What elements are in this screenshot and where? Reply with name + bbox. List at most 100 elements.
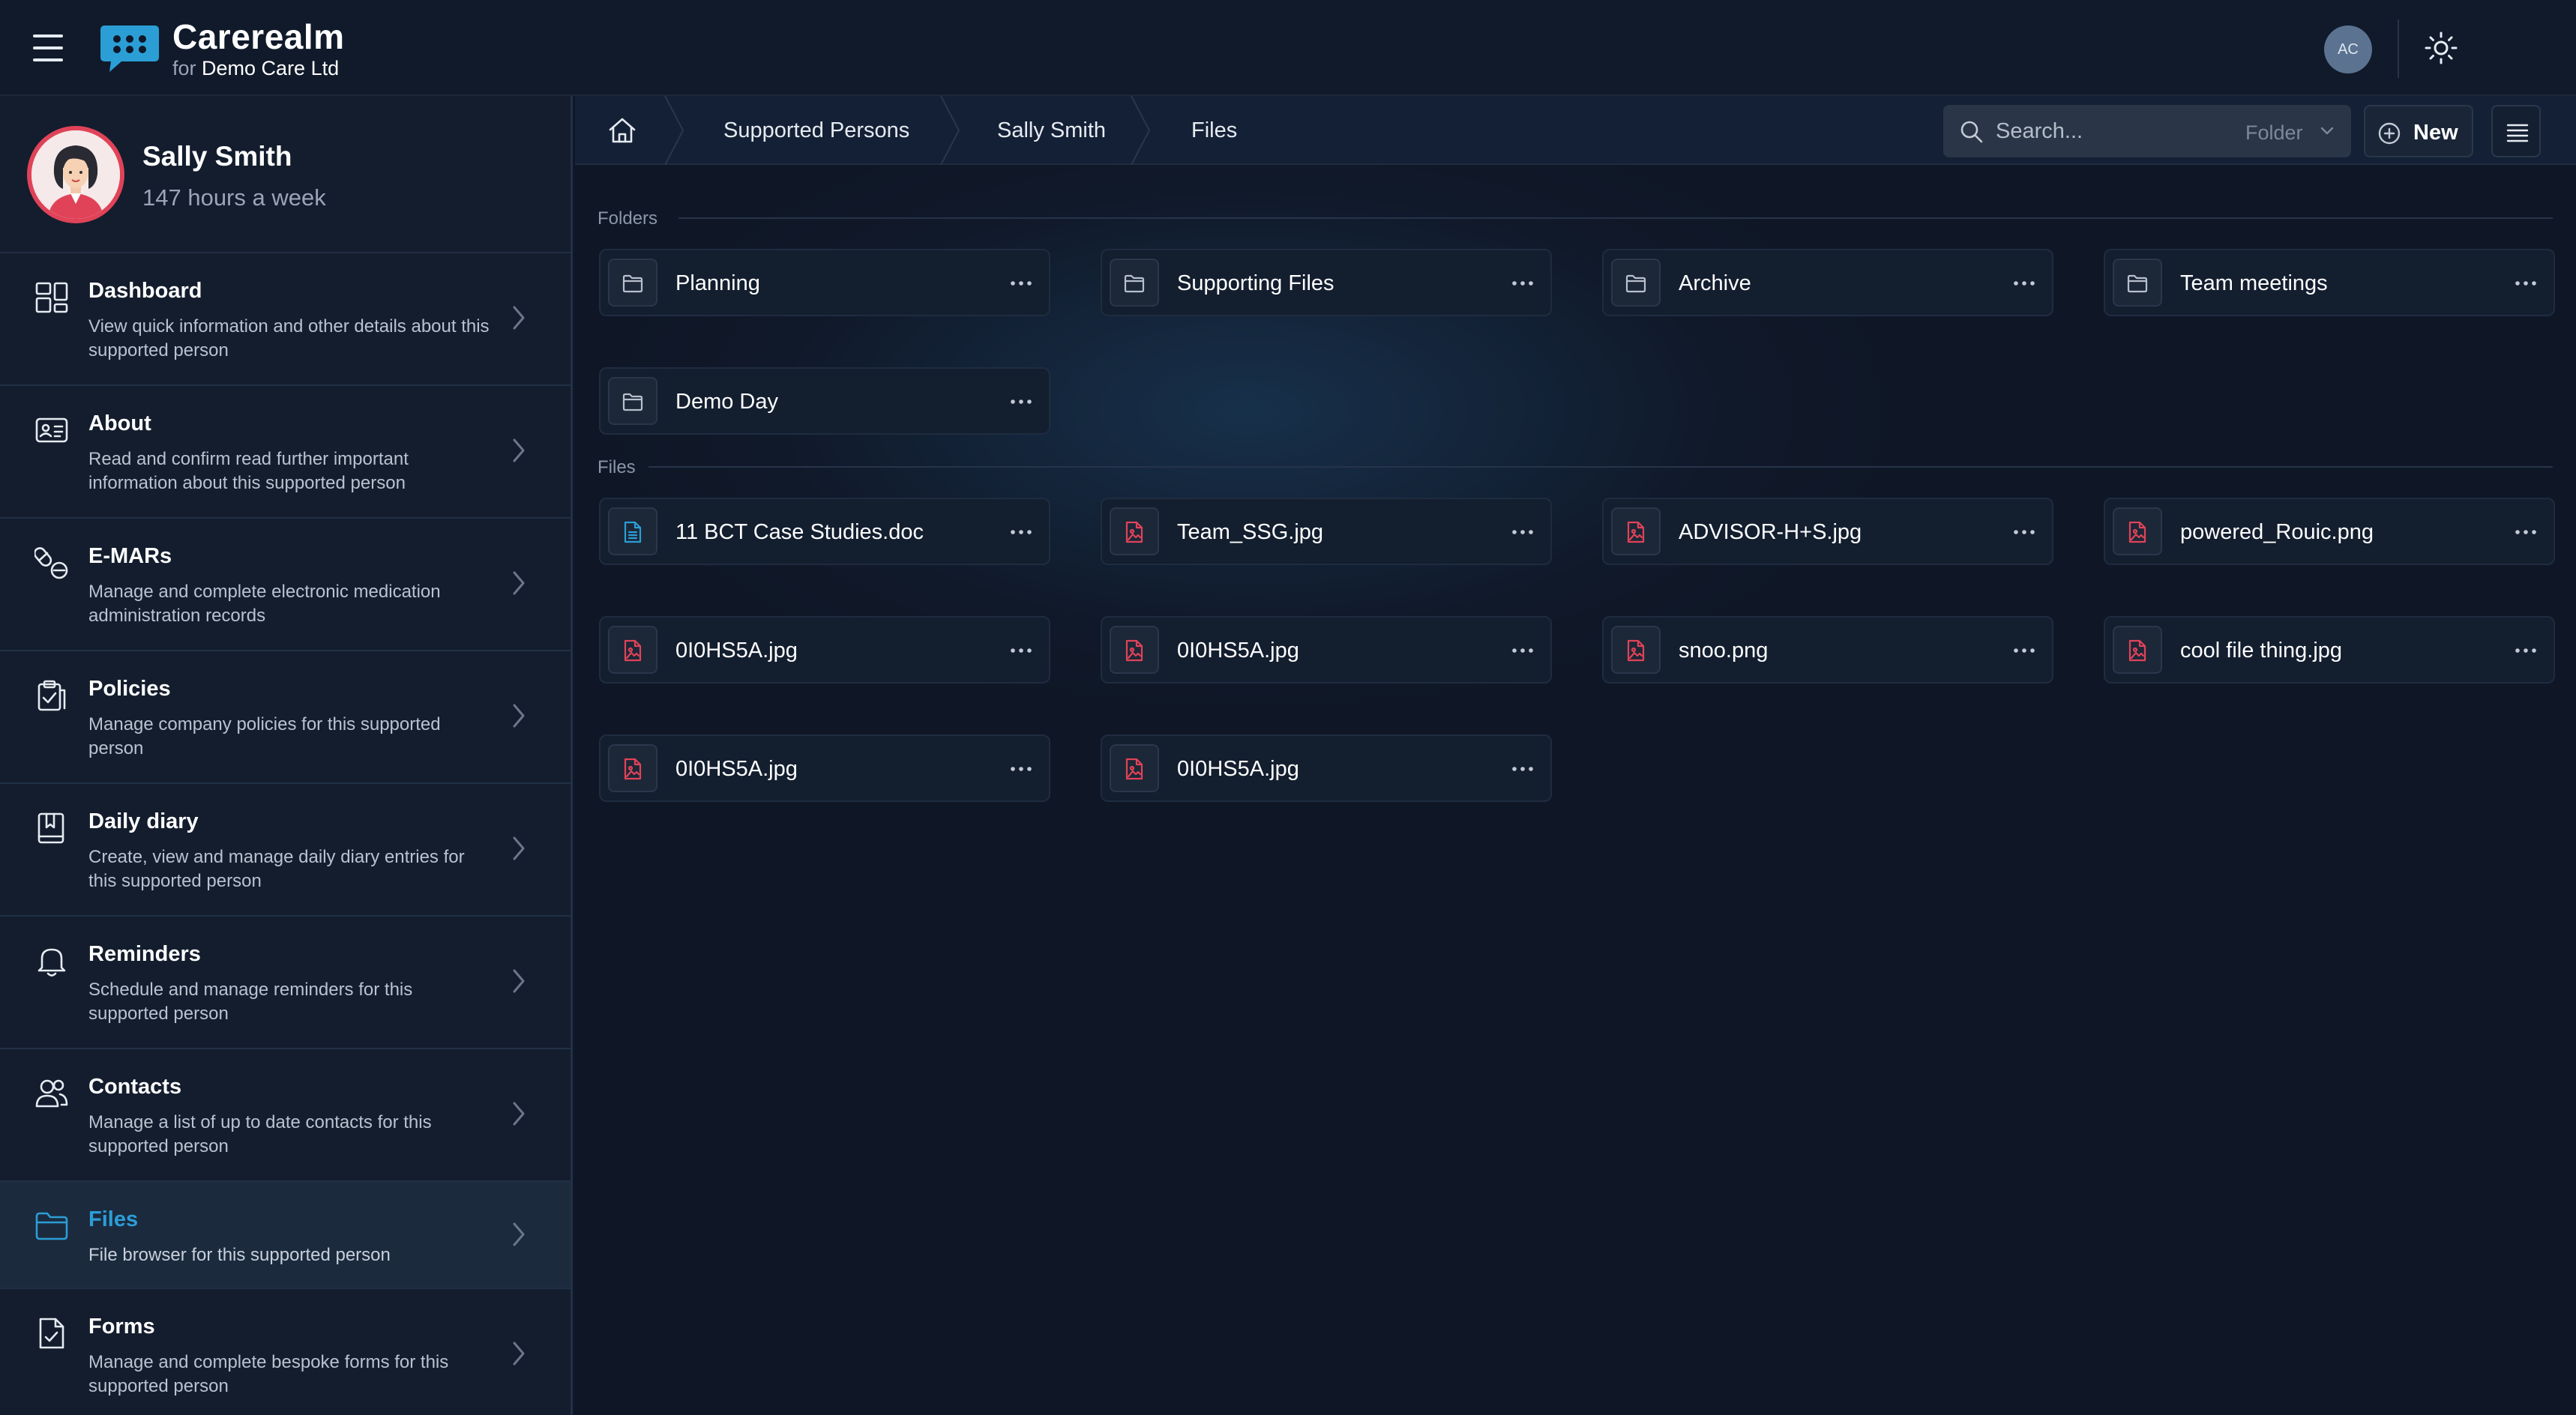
image-file-icon	[1627, 521, 1645, 543]
chevron-down-icon[interactable]	[2320, 126, 2335, 136]
file-card[interactable]: 11 BCT Case Studies.doc	[599, 498, 1050, 565]
image-file-icon	[2128, 521, 2146, 543]
more-icon[interactable]	[1511, 766, 1534, 772]
file-card[interactable]: 0I0HS5A.jpg	[599, 616, 1050, 684]
search-icon	[1960, 121, 1983, 143]
chevron-right-icon	[513, 1342, 525, 1366]
avatar	[27, 126, 124, 223]
more-icon[interactable]	[2013, 648, 2035, 654]
file-name: powered_Rouic.png	[2180, 520, 2374, 544]
sidebar-item-title: Daily diary	[88, 809, 199, 833]
sidebar-item-title: About	[88, 411, 151, 435]
file-name: snoo.png	[1679, 639, 1769, 663]
form-icon	[39, 1318, 64, 1349]
image-file-icon	[1125, 639, 1143, 662]
more-icon[interactable]	[2515, 648, 2537, 654]
brand-name: Carerealm	[172, 17, 345, 56]
sun-icon[interactable]	[2423, 30, 2459, 66]
plus-circle-icon	[2378, 122, 2401, 145]
folder-icon	[1625, 274, 1646, 293]
more-icon[interactable]	[2013, 280, 2035, 286]
folder-name: Supporting Files	[1177, 271, 1334, 295]
file-name: cool file thing.jpg	[2180, 639, 2343, 663]
image-file-icon	[1627, 639, 1645, 662]
folder-card[interactable]: Demo Day	[599, 367, 1050, 435]
search-input[interactable]	[1996, 105, 2221, 157]
file-card[interactable]: powered_Rouic.png	[2104, 498, 2555, 565]
folder-card[interactable]: Planning	[599, 249, 1050, 316]
view-menu-button[interactable]	[2491, 105, 2541, 157]
breadcrumb-supported-persons[interactable]: Supported Persons	[723, 118, 909, 143]
file-card[interactable]: ADVISOR-H+S.jpg	[1602, 498, 2053, 565]
file-card[interactable]: 0I0HS5A.jpg	[599, 734, 1050, 802]
file-name: ADVISOR-H+S.jpg	[1679, 520, 1862, 544]
book-icon	[37, 812, 64, 844]
image-file-icon	[624, 758, 642, 780]
brand-for-label: for	[172, 57, 196, 79]
more-icon[interactable]	[1010, 280, 1032, 286]
org-name: Demo Care Ltd	[202, 57, 340, 79]
file-card[interactable]: Team_SSG.jpg	[1101, 498, 1552, 565]
more-icon[interactable]	[2013, 529, 2035, 535]
folder-icon	[35, 1212, 68, 1240]
sidebar-item-desc: Manage a list of up to date contacts for…	[88, 1112, 432, 1156]
home-icon[interactable]	[608, 117, 637, 144]
profile-header: Sally Smith 147 hours a week	[0, 96, 571, 253]
bell-icon	[37, 948, 66, 977]
more-icon[interactable]	[1010, 399, 1032, 405]
top-bar: Carerealm for Demo Care Ltd AC	[0, 0, 2576, 96]
divider	[678, 217, 2553, 219]
list-icon	[2506, 124, 2529, 142]
breadcrumb-sally-smith[interactable]: Sally Smith	[997, 118, 1106, 143]
breadcrumb-files[interactable]: Files	[1191, 118, 1237, 143]
more-icon[interactable]	[2515, 529, 2537, 535]
chevron-right-icon	[513, 438, 525, 462]
users-icon	[35, 1079, 68, 1108]
sidebar-item-desc: Create, view and manage daily diary entr…	[88, 847, 465, 891]
image-file-icon	[1125, 521, 1143, 543]
more-icon[interactable]	[2515, 280, 2537, 286]
sidebar-item-contacts[interactable]: Contacts Manage a list of up to date con…	[0, 1049, 571, 1182]
file-name: 0I0HS5A.jpg	[1177, 757, 1299, 781]
more-icon[interactable]	[1511, 280, 1534, 286]
menu-toggle-icon[interactable]	[33, 34, 63, 61]
sidebar-item-files[interactable]: Files File browser for this supported pe…	[0, 1182, 571, 1289]
medication-icon	[34, 547, 68, 579]
file-name: 0I0HS5A.jpg	[675, 757, 798, 781]
sidebar-item-desc: Manage and complete bespoke forms for th…	[88, 1352, 449, 1396]
sidebar-item-dashboard[interactable]: Dashboard View quick information and oth…	[0, 253, 571, 386]
folder-card[interactable]: Archive	[1602, 249, 2053, 316]
folder-card[interactable]: Supporting Files	[1101, 249, 1552, 316]
file-card[interactable]: cool file thing.jpg	[2104, 616, 2555, 684]
file-card[interactable]: 0I0HS5A.jpg	[1101, 734, 1552, 802]
sidebar-item-emars[interactable]: E-MARs Manage and complete electronic me…	[0, 519, 571, 651]
sidebar-item-daily-diary[interactable]: Daily diary Create, view and manage dail…	[0, 784, 571, 917]
more-icon[interactable]	[1010, 648, 1032, 654]
breadcrumb-separator-icon	[1131, 96, 1151, 165]
folders-section-label: Folders	[598, 208, 658, 229]
chevron-right-icon	[513, 306, 525, 330]
user-avatar[interactable]: AC	[2324, 25, 2372, 73]
file-card[interactable]: snoo.png	[1602, 616, 2053, 684]
sidebar-item-policies[interactable]: Policies Manage company policies for thi…	[0, 651, 571, 784]
folder-name: Demo Day	[675, 390, 778, 414]
more-icon[interactable]	[1010, 766, 1032, 772]
folder-name: Archive	[1679, 271, 1751, 295]
more-icon[interactable]	[1511, 529, 1534, 535]
sidebar-item-forms[interactable]: Forms Manage and complete bespoke forms …	[0, 1289, 571, 1415]
new-button[interactable]: New	[2364, 105, 2473, 157]
file-name: 0I0HS5A.jpg	[1177, 639, 1299, 663]
folder-name: Planning	[675, 271, 760, 295]
file-card[interactable]: 0I0HS5A.jpg	[1101, 616, 1552, 684]
sidebar-item-about[interactable]: About Read and confirm read further impo…	[0, 386, 571, 519]
more-icon[interactable]	[1010, 529, 1032, 535]
image-file-icon	[2128, 639, 2146, 662]
search-scope-select[interactable]: Folder	[2245, 121, 2303, 145]
breadcrumb-separator-icon	[940, 96, 960, 165]
sidebar: Sally Smith 147 hours a week Dashboard V…	[0, 96, 573, 1415]
folder-card[interactable]: Team meetings	[2104, 249, 2555, 316]
sidebar-item-title: E-MARs	[88, 544, 172, 568]
more-icon[interactable]	[1511, 648, 1534, 654]
dashboard-icon	[35, 282, 68, 313]
sidebar-item-reminders[interactable]: Reminders Schedule and manage reminders …	[0, 917, 571, 1049]
